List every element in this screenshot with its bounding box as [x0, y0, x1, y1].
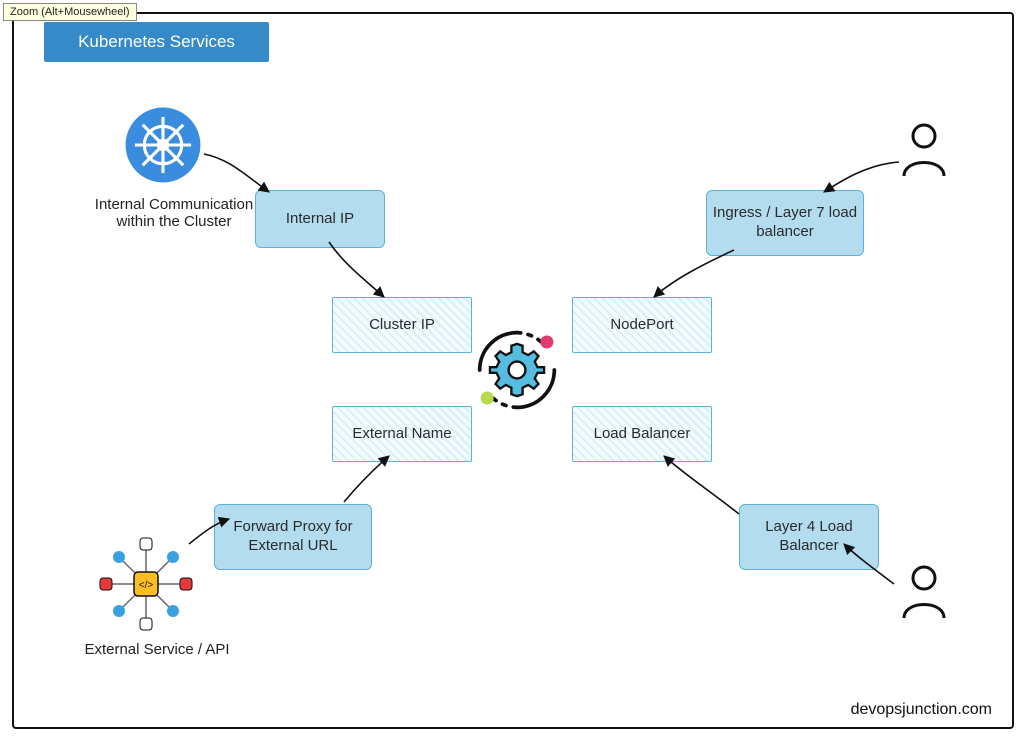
user-icon	[899, 122, 949, 178]
box-cluster-ip: Cluster IP	[332, 297, 472, 353]
zoom-tooltip: Zoom (Alt+Mousewheel)	[3, 3, 137, 21]
diagram-title: Kubernetes Services	[78, 32, 235, 52]
diagram-title-banner: Kubernetes Services	[44, 22, 269, 62]
gear-orbit-icon	[461, 314, 573, 426]
diagram-frame: Kubernetes Services Internal Communicati…	[12, 12, 1014, 729]
box-l4-lb: Layer 4 Load Balancer	[739, 504, 879, 570]
box-load-balancer: Load Balancer	[572, 406, 712, 462]
api-mesh-icon: </>	[96, 534, 196, 634]
svg-text:</>: </>	[139, 580, 154, 591]
box-forward-proxy: Forward Proxy for External URL	[214, 504, 372, 570]
attribution: devopsjunction.com	[851, 701, 992, 719]
kubernetes-wheel-icon	[124, 106, 202, 184]
box-internal-ip: Internal IP	[255, 190, 385, 248]
caption-internal-comm: Internal Communication within the Cluste…	[84, 196, 264, 230]
box-nodeport: NodePort	[572, 297, 712, 353]
box-ingress-l7: Ingress / Layer 7 load balancer	[706, 190, 864, 256]
box-external-name: External Name	[332, 406, 472, 462]
user-icon	[899, 564, 949, 620]
caption-external-api: External Service / API	[82, 641, 232, 658]
